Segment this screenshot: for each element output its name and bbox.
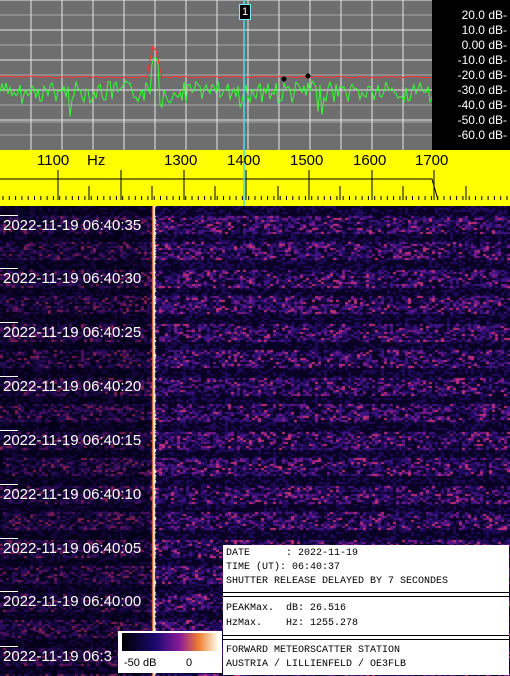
info-peak-hz: HzMax. Hz: 1255.278 bbox=[226, 618, 359, 629]
freq-label-1600: 1600 bbox=[353, 152, 387, 169]
freq-label-1100: 1100 bbox=[37, 152, 70, 169]
spectrum-trace bbox=[0, 57, 432, 117]
spectrum-trace-canvas bbox=[0, 0, 432, 150]
color-scale-legend: -50 dB 0 bbox=[118, 631, 222, 673]
info-separator bbox=[223, 635, 509, 640]
freq-label-1700: 1700 bbox=[415, 152, 449, 169]
db-label: 20.0 dB- bbox=[461, 8, 507, 22]
freq-label-1400: 1400 bbox=[227, 152, 261, 169]
info-location: AUSTRIA / LILLIENFELD / OE3FLB bbox=[226, 659, 407, 670]
db-label: -30.0 dB- bbox=[457, 83, 507, 97]
freq-label-1300: 1300 bbox=[164, 152, 198, 169]
peak-dot bbox=[281, 76, 287, 82]
db-label: 10.0 dB- bbox=[461, 23, 507, 37]
info-peak-db: PEAKMax. dB: 26.516 bbox=[226, 603, 347, 614]
info-station: FORWARD METEORSCATTER STATION bbox=[226, 645, 401, 656]
scale-max-label: 0 bbox=[186, 657, 193, 669]
spectrum-plot: 1 20.0 dB- 10.0 dB- 0.00 dB- -10.0 dB- -… bbox=[0, 0, 510, 150]
info-separator bbox=[223, 592, 509, 597]
info-shutter: SHUTTER RELEASE DELAYED BY 7 SECONDES bbox=[226, 576, 449, 587]
peak-dot bbox=[305, 73, 311, 79]
freq-label-1500: 1500 bbox=[290, 152, 324, 169]
db-scale-panel: 20.0 dB- 10.0 dB- 0.00 dB- -10.0 dB- -20… bbox=[432, 0, 510, 150]
spectrum-analyzer-window: 1 20.0 dB- 10.0 dB- 0.00 dB- -10.0 dB- -… bbox=[0, 0, 510, 676]
db-label: -60.0 dB- bbox=[457, 128, 507, 142]
marker-1-badge[interactable]: 1 bbox=[239, 4, 251, 20]
info-date: DATE : 2022-11-19 bbox=[226, 548, 359, 559]
db-label: -20.0 dB- bbox=[457, 68, 507, 82]
station-info-box: DATE : 2022-11-19 TIME (UT): 06:40:37 SH… bbox=[223, 545, 509, 675]
color-scale-gradient bbox=[122, 633, 218, 651]
info-time: TIME (UT): 06:40:37 bbox=[226, 562, 341, 573]
db-label: 0.00 dB- bbox=[461, 38, 507, 52]
db-label: -50.0 dB- bbox=[457, 113, 507, 127]
db-label: -10.0 dB- bbox=[457, 53, 507, 67]
db-label: -40.0 dB- bbox=[457, 98, 507, 112]
freq-unit-label: Hz bbox=[87, 152, 106, 169]
average-trace bbox=[0, 44, 432, 79]
frequency-ruler[interactable]: 1100 Hz 1300 1400 1500 1600 1700 bbox=[0, 150, 510, 206]
scale-min-label: -50 dB bbox=[124, 657, 157, 669]
